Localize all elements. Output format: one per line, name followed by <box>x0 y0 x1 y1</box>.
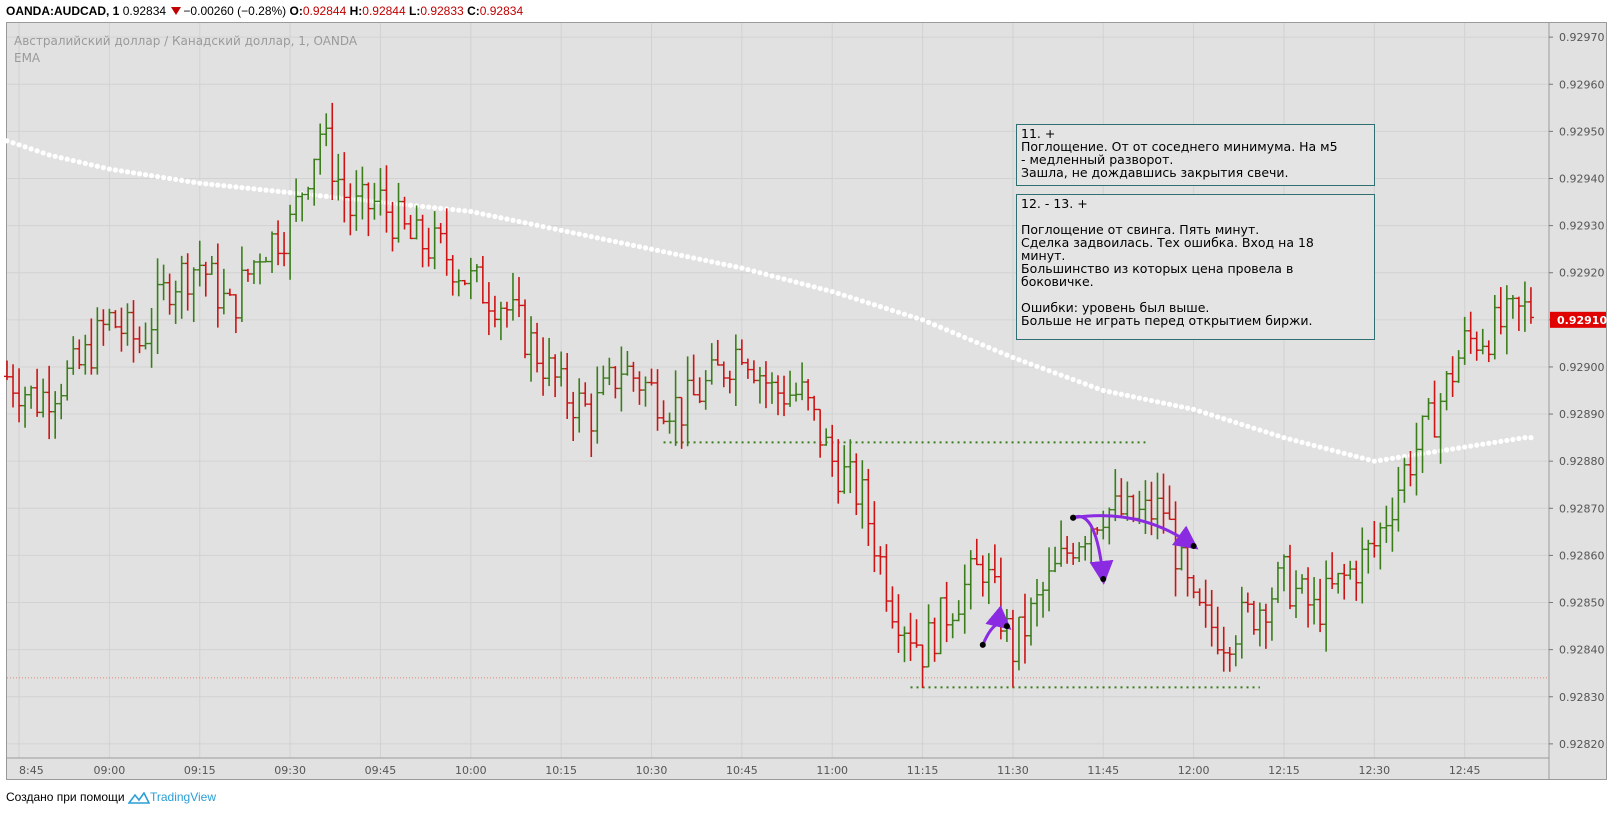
pane-title: Австралийский доллар / Канадский доллар,… <box>14 34 358 48</box>
low-value: 0.92833 <box>420 4 464 18</box>
symbol-name: OANDA:AUDCAD, 1 <box>6 4 120 18</box>
close-value: 0.92834 <box>479 4 524 18</box>
low-label: L: <box>409 4 421 18</box>
last-price: 0.92834 <box>122 4 167 18</box>
tradingview-logo-icon <box>127 791 151 804</box>
price-change: −0.00260 (−0.28%) <box>183 4 287 18</box>
symbol-header: OANDA:AUDCAD, 1 0.92834 −0.00260 (−0.28%… <box>6 4 523 20</box>
high-value: 0.92844 <box>362 4 406 18</box>
trade-note-11[interactable]: 11. + Поглощение. От от соседнего миниму… <box>1016 124 1375 186</box>
close-label: C: <box>467 4 480 18</box>
open-value: 0.92844 <box>302 4 347 18</box>
footer-credit: Создано при помощи TradingView <box>6 790 216 804</box>
high-label: H: <box>349 4 363 18</box>
tradingview-link[interactable]: TradingView <box>150 790 216 804</box>
indicator-label[interactable]: EMA <box>14 51 40 65</box>
footer-prefix: Создано при помощи <box>6 790 125 804</box>
trade-note-12-13[interactable]: 12. - 13. + Поглощение от свинга. Пять м… <box>1016 194 1375 340</box>
open-label: O: <box>289 4 303 18</box>
down-triangle-icon <box>171 7 182 15</box>
